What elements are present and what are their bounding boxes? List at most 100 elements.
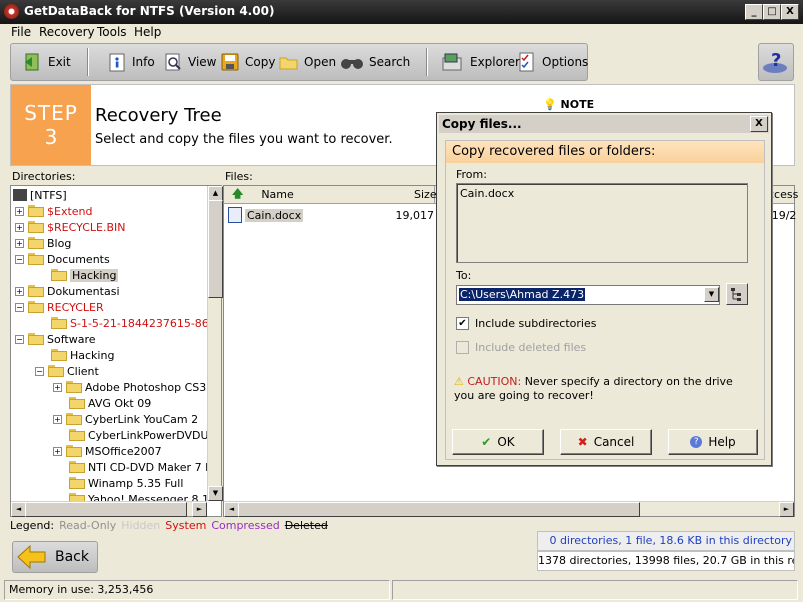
scroll-right-icon[interactable]: ► (779, 502, 794, 517)
dialog-heading-bar: Copy recovered files or folders: (446, 141, 764, 163)
open-label: Open (304, 55, 337, 69)
cancel-button[interactable]: ✖ Cancel (560, 429, 652, 455)
tree-node[interactable]: − Documents (15, 251, 110, 267)
files-horizontal-scrollbar[interactable]: ◄ ► (224, 501, 794, 517)
scroll-up-icon[interactable]: ▲ (208, 186, 223, 201)
tree-node[interactable]: CyberLinkPowerDVDUltra (69, 427, 207, 443)
include-deleted-option[interactable]: Include deleted files (456, 341, 586, 354)
tree-node[interactable]: + $Extend (15, 203, 93, 219)
include-deleted-checkbox[interactable] (456, 341, 469, 354)
menu-tools[interactable]: Tools (97, 25, 127, 39)
app-icon (4, 4, 19, 19)
folder-icon (69, 461, 85, 473)
open-folder-icon (279, 52, 299, 72)
menu-help[interactable]: Help (134, 25, 161, 39)
destination-combobox[interactable]: C:\Users\Ahmad Z.473 ▼ (456, 285, 720, 305)
column-size-label[interactable]: Size (414, 188, 437, 201)
tree-horizontal-scrollbar[interactable]: ◄ ► (11, 501, 207, 517)
files-label: Files: (225, 170, 253, 183)
include-subdirectories-option[interactable]: ✔ Include subdirectories (456, 317, 596, 330)
tree-node[interactable]: Yahoo! Messenger 8.1.0 (69, 491, 207, 501)
word-document-icon (228, 207, 242, 223)
view-icon (163, 52, 183, 72)
memory-status: Memory in use: 3,253,456 (4, 580, 390, 600)
tree-node[interactable]: Hacking (51, 347, 114, 363)
tree-node[interactable]: + Blog (15, 235, 71, 251)
tree-node[interactable]: − Client (35, 363, 99, 379)
dropdown-arrow-icon[interactable]: ▼ (704, 287, 719, 302)
tree-node[interactable]: + Adobe Photoshop CS3 (53, 379, 206, 395)
legend-compressed: Compressed (211, 519, 280, 532)
help-button[interactable]: ? (758, 43, 794, 81)
tree-node[interactable]: + CyberLink YouCam 2 (53, 411, 198, 427)
expand-icon[interactable]: + (53, 414, 62, 424)
dialog-body: Copy recovered files or folders: From: C… (445, 140, 765, 460)
tree-node[interactable]: Winamp 5.35 Full (69, 475, 183, 491)
help-question-icon: ? (763, 50, 787, 73)
maximize-button[interactable]: □ (763, 4, 781, 20)
info-button[interactable]: Info (107, 44, 155, 80)
collapse-icon[interactable]: − (15, 254, 24, 264)
info-icon (107, 52, 127, 72)
scroll-thumb[interactable] (25, 502, 187, 517)
search-button[interactable]: Search (340, 44, 410, 80)
tree-node[interactable]: − Software (15, 331, 96, 347)
tree-node-label: Client (67, 364, 99, 378)
dialog-help-button[interactable]: ? Help (668, 429, 758, 455)
column-name-header[interactable]: 🡅 Name (224, 186, 435, 203)
expand-icon[interactable]: + (15, 286, 24, 296)
explorer-button[interactable]: Explorer (441, 44, 520, 80)
tree-node-root[interactable]: [NTFS] (13, 187, 67, 203)
tree-node[interactable]: + MSOffice2007 (53, 443, 162, 459)
scroll-right-icon[interactable]: ► (192, 502, 207, 517)
include-subdirectories-checkbox[interactable]: ✔ (456, 317, 469, 330)
tree-node[interactable]: S-1-5-21-1844237615-8615 (51, 315, 207, 331)
expand-icon[interactable]: + (15, 222, 24, 232)
file-row[interactable]: Cain.docx (228, 207, 304, 223)
tree-node-label: Hacking (70, 268, 119, 282)
toolbar-separator (87, 48, 89, 76)
scroll-thumb[interactable] (208, 200, 223, 298)
tree-node[interactable]: + $RECYCLE.BIN (15, 219, 125, 235)
expand-icon[interactable]: + (15, 206, 24, 216)
collapse-icon[interactable]: − (15, 302, 24, 312)
options-button[interactable]: Options (517, 44, 588, 80)
tree-node[interactable]: NTI CD-DVD Maker 7 Pla (69, 459, 207, 475)
from-field[interactable]: Cain.docx (456, 183, 748, 263)
browse-folder-button[interactable] (726, 283, 748, 305)
scroll-thumb[interactable] (238, 502, 640, 517)
scroll-left-icon[interactable]: ◄ (11, 502, 26, 517)
page-title: Recovery Tree (95, 105, 222, 126)
expand-icon[interactable]: + (53, 446, 62, 456)
scroll-left-icon[interactable]: ◄ (224, 502, 239, 517)
menu-recovery[interactable]: Recovery (39, 25, 95, 39)
back-button[interactable]: Back (12, 541, 98, 573)
tree-node-label: $Extend (47, 204, 93, 218)
warning-icon: ⚠ (454, 375, 464, 388)
open-button[interactable]: Open (279, 44, 336, 80)
column-access-label[interactable]: ccess (768, 188, 798, 201)
tree-node-label: CyberLinkPowerDVDUltra (88, 428, 207, 442)
tree-node[interactable]: − RECYCLER (15, 299, 104, 315)
exit-button[interactable]: Exit (23, 44, 71, 80)
minimize-button[interactable]: _ (745, 4, 763, 20)
collapse-icon[interactable]: − (15, 334, 24, 344)
copy-button[interactable]: Copy (220, 44, 275, 80)
close-button[interactable]: X (781, 4, 799, 20)
tree-node-selected[interactable]: Hacking (51, 267, 119, 283)
ok-button[interactable]: ✔ OK (452, 429, 544, 455)
dialog-close-button[interactable]: X (750, 116, 768, 132)
tree-node-label: Yahoo! Messenger 8.1.0 (88, 492, 207, 502)
tree-node[interactable]: AVG Okt 09 (69, 395, 151, 411)
scroll-down-icon[interactable]: ▼ (208, 486, 223, 501)
collapse-icon[interactable]: − (35, 366, 44, 376)
caution-message: ⚠ CAUTION: Never specify a directory on … (454, 375, 754, 403)
expand-icon[interactable]: + (53, 382, 62, 392)
tree-vertical-scrollbar[interactable]: ▲ ▼ (207, 186, 223, 501)
tree-node[interactable]: + Dokumentasi (15, 283, 120, 299)
expand-icon[interactable]: + (15, 238, 24, 248)
menu-file[interactable]: File (11, 25, 31, 39)
column-name-label: Name (261, 188, 294, 201)
view-button[interactable]: View (163, 44, 216, 80)
directory-tree[interactable]: [NTFS] + $Extend + $RECYCLE.BIN + Blog − Doc… (10, 185, 223, 517)
